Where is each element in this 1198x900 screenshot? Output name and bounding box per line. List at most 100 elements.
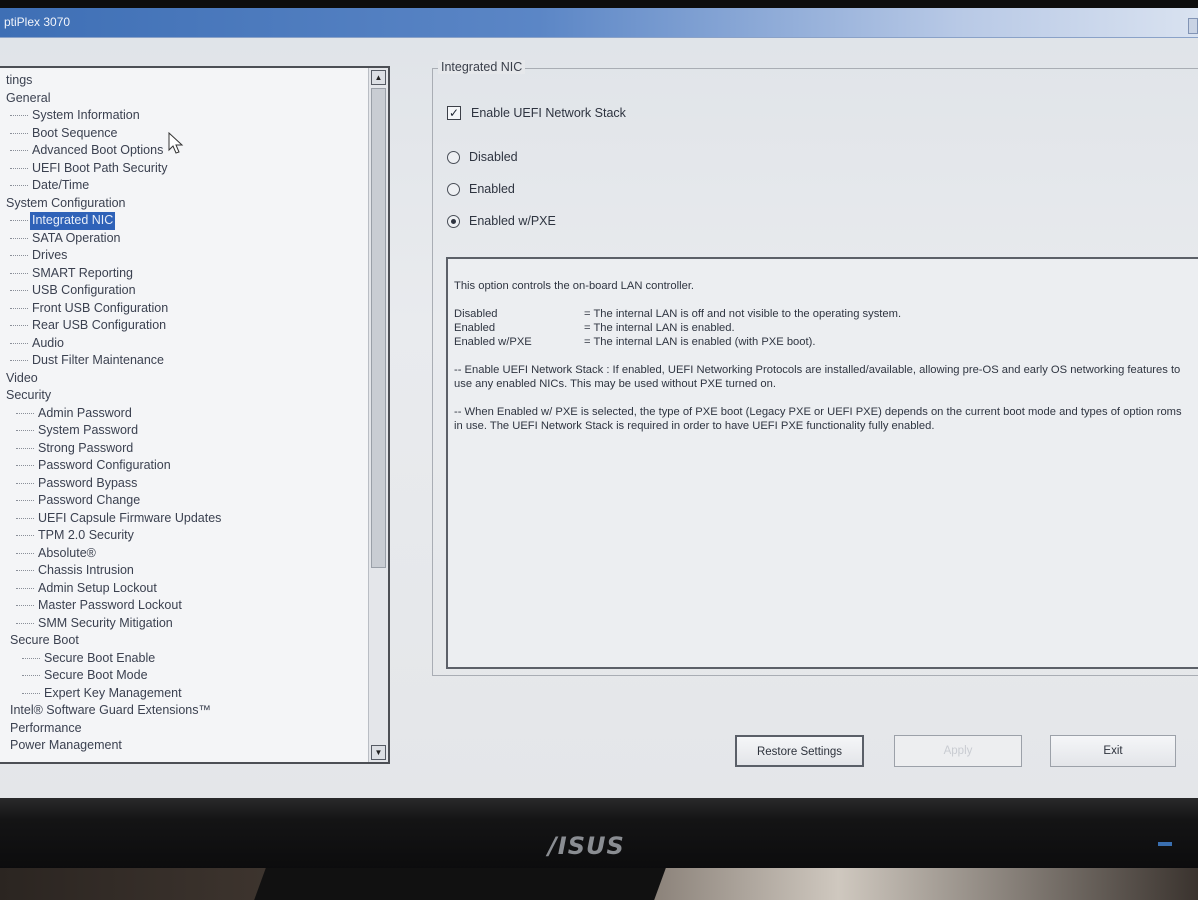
- tree-item-label: Dust Filter Maintenance: [32, 353, 165, 367]
- tree-item[interactable]: Power Management: [0, 737, 368, 755]
- tree-connector: [16, 465, 34, 466]
- tree-connector: [10, 307, 28, 309]
- tree-connector: [10, 290, 28, 291]
- radio-disabled-label: Disabled: [469, 150, 518, 164]
- radio-icon[interactable]: [447, 183, 460, 196]
- tree-item-label: SMM Security Mitigation: [38, 615, 173, 630]
- tree-item[interactable]: UEFI Boot Path Security: [0, 160, 368, 178]
- tree-item-label: UEFI Boot Path Security: [32, 160, 168, 175]
- tree-item[interactable]: Expert Key Management: [0, 685, 368, 703]
- tree-item-label: Power Management: [10, 738, 122, 752]
- tree-item[interactable]: Secure Boot Mode: [0, 667, 368, 685]
- tree-item[interactable]: System Configuration: [0, 195, 368, 213]
- tree-item-label: Audio: [32, 335, 64, 350]
- monitor-stand: [254, 868, 666, 900]
- tree-item[interactable]: Drives: [0, 247, 368, 265]
- tree-connector: [16, 535, 34, 536]
- group-title: Integrated NIC: [438, 60, 526, 74]
- tree-item[interactable]: Audio: [0, 335, 368, 353]
- tree-item[interactable]: USB Configuration: [0, 282, 368, 300]
- tree-item[interactable]: Admin Password: [0, 405, 368, 423]
- tree-item-label: System Configuration: [6, 195, 126, 210]
- tree-item-label: Date/Time: [32, 178, 90, 192]
- definition-row: Enabled w/PXE = The internal LAN is enab…: [454, 335, 1190, 349]
- tree-connector: [16, 552, 34, 554]
- tree-item-label: SATA Operation: [32, 230, 121, 245]
- tree-connector: [10, 115, 28, 116]
- tree-item-label: Performance: [10, 720, 82, 735]
- tree-connector: [10, 237, 28, 239]
- tree-item-label: tings: [6, 73, 33, 87]
- definition-term: Enabled w/PXE: [454, 336, 532, 348]
- tree-item[interactable]: Intel® Software Guard Extensions™: [0, 702, 368, 720]
- tree-item[interactable]: Absolute®: [0, 545, 368, 563]
- tree-scrollbar[interactable]: ▲ ▼: [368, 68, 388, 762]
- tree-item-label: Secure Boot Mode: [44, 668, 148, 682]
- tree-item[interactable]: Performance: [0, 720, 368, 738]
- tree-connector: [16, 447, 34, 449]
- help-intro: This option controls the on-board LAN co…: [454, 280, 695, 292]
- tree-connector: [16, 587, 34, 589]
- tree-item[interactable]: TPM 2.0 Security: [0, 527, 368, 545]
- tree-item[interactable]: tings: [0, 72, 368, 90]
- tree-item-label: Rear USB Configuration: [32, 318, 167, 332]
- tree-item-label: UEFI Capsule Firmware Updates: [38, 510, 222, 525]
- tree-item[interactable]: Dust Filter Maintenance: [0, 352, 368, 370]
- tree-item[interactable]: SMART Reporting: [0, 265, 368, 283]
- scroll-down-icon[interactable]: ▼: [371, 745, 386, 760]
- tree-item[interactable]: Security: [0, 387, 368, 405]
- window-title: ptiPlex 3070: [4, 15, 71, 29]
- tree-item[interactable]: Password Configuration: [0, 457, 368, 475]
- tree-item[interactable]: Secure Boot Enable: [0, 650, 368, 668]
- tree-item[interactable]: Strong Password: [0, 440, 368, 458]
- radio-selected-icon[interactable]: [447, 215, 460, 228]
- tree-item[interactable]: System Password: [0, 422, 368, 440]
- tree-item-label: Master Password Lockout: [38, 598, 182, 612]
- radio-enabled-pxe-label: Enabled w/PXE: [469, 214, 556, 228]
- tree-item[interactable]: Secure Boot: [0, 632, 368, 650]
- tree-item-label: Strong Password: [38, 440, 134, 455]
- tree-connector: [22, 692, 40, 694]
- tree-item[interactable]: Rear USB Configuration: [0, 317, 368, 335]
- tree-item[interactable]: Integrated NIC: [0, 212, 368, 230]
- definition-desc: = The internal LAN is off and not visibl…: [584, 308, 902, 320]
- tree-item[interactable]: SMM Security Mitigation: [0, 615, 368, 633]
- definition-term: Enabled: [454, 322, 496, 334]
- tree-item-label: Admin Password: [38, 405, 132, 420]
- settings-tree-panel: tings General System Information Boot Seque…: [0, 66, 390, 764]
- scroll-thumb[interactable]: [371, 88, 386, 568]
- tree-item-label: Front USB Configuration: [32, 300, 169, 315]
- tree-item[interactable]: System Information: [0, 107, 368, 125]
- tree-item[interactable]: Password Bypass: [0, 475, 368, 493]
- tree-connector: [10, 360, 28, 361]
- tree-item-label: Integrated NIC: [30, 212, 116, 230]
- tree-item[interactable]: Admin Setup Lockout: [0, 580, 368, 598]
- exit-button[interactable]: Exit: [1050, 735, 1176, 767]
- help-paragraph-uefi-stack: -- Enable UEFI Network Stack : If enable…: [454, 364, 1181, 390]
- definition-row: Disabled = The internal LAN is off and n…: [454, 307, 1190, 321]
- close-icon[interactable]: [1188, 18, 1198, 34]
- checkbox-checked-icon[interactable]: ✓: [447, 106, 461, 120]
- apply-button[interactable]: Apply: [894, 735, 1022, 767]
- tree-item[interactable]: General: [0, 90, 368, 108]
- tree-item-label: Advanced Boot Options: [32, 143, 164, 157]
- uefi-network-stack-label: Enable UEFI Network Stack: [471, 106, 626, 120]
- tree-item[interactable]: Date/Time: [0, 177, 368, 195]
- tree-item[interactable]: Chassis Intrusion: [0, 562, 368, 580]
- radio-icon[interactable]: [447, 151, 460, 164]
- mouse-cursor-icon: [168, 132, 184, 154]
- restore-settings-button[interactable]: Restore Settings: [735, 735, 864, 767]
- tree-item-label: Absolute®: [38, 545, 96, 560]
- tree-item[interactable]: SATA Operation: [0, 230, 368, 248]
- tree-item[interactable]: UEFI Capsule Firmware Updates: [0, 510, 368, 528]
- monitor-bezel-top: [0, 0, 1198, 8]
- power-led-icon: [1158, 842, 1172, 846]
- bios-screen: ptiPlex 3070 tings General System Informat…: [0, 0, 1198, 810]
- tree-item-label: Boot Sequence: [32, 125, 118, 140]
- tree-item[interactable]: Front USB Configuration: [0, 300, 368, 318]
- tree-item[interactable]: Video: [0, 370, 368, 388]
- tree-item[interactable]: Master Password Lockout: [0, 597, 368, 615]
- tree-item[interactable]: Password Change: [0, 492, 368, 510]
- tree-connector: [16, 500, 34, 501]
- scroll-up-icon[interactable]: ▲: [371, 70, 386, 85]
